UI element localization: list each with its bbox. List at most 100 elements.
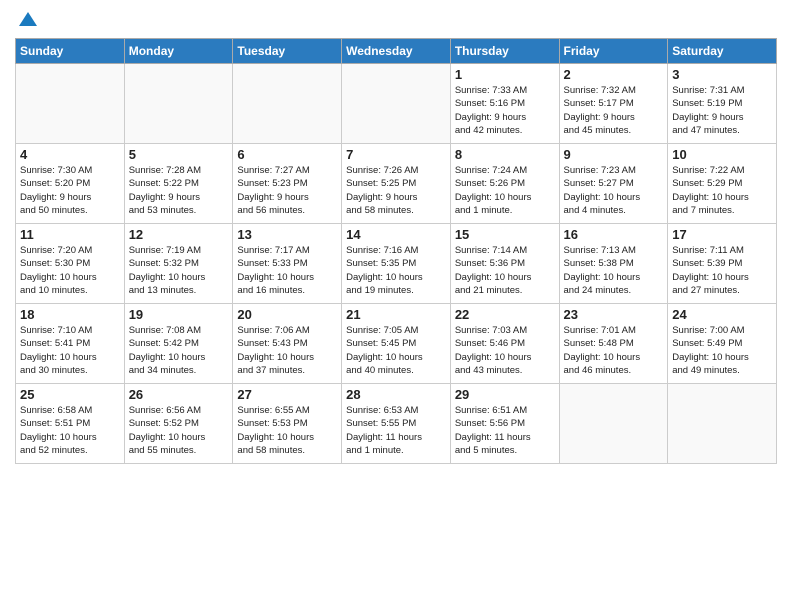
calendar-cell [16, 64, 125, 144]
day-info: Sunrise: 7:10 AMSunset: 5:41 PMDaylight:… [20, 324, 120, 377]
logo [15, 10, 39, 30]
calendar-cell: 15Sunrise: 7:14 AMSunset: 5:36 PMDayligh… [450, 224, 559, 304]
column-header-saturday: Saturday [668, 39, 777, 64]
week-row-1: 1 Sunrise: 7:33 AMSunset: 5:16 PMDaylight… [16, 64, 777, 144]
calendar-cell [124, 64, 233, 144]
calendar-cell: 2 Sunrise: 7:32 AMSunset: 5:17 PMDaylight… [559, 64, 668, 144]
calendar-cell: 10 Sunrise: 7:22 AMSunset: 5:29 PMDayligh… [668, 144, 777, 224]
calendar-cell: 7 Sunrise: 7:26 AMSunset: 5:25 PMDaylight… [342, 144, 451, 224]
day-info: Sunrise: 7:22 AMSunset: 5:29 PMDaylight:… [672, 164, 772, 217]
calendar-cell: 28Sunrise: 6:53 AMSunset: 5:55 PMDayligh… [342, 384, 451, 464]
day-info: Sunrise: 7:33 AMSunset: 5:16 PMDaylight:… [455, 84, 555, 137]
day-number: 5 [129, 147, 229, 162]
week-row-5: 25 Sunrise: 6:58 AMSunset: 5:51 PMDayligh… [16, 384, 777, 464]
day-info: Sunrise: 6:53 AMSunset: 5:55 PMDaylight:… [346, 404, 446, 457]
day-info: Sunrise: 7:20 AMSunset: 5:30 PMDaylight:… [20, 244, 120, 297]
page-container: SundayMondayTuesdayWednesdayThursdayFrid… [0, 0, 792, 474]
day-info: Sunrise: 7:13 AMSunset: 5:38 PMDaylight:… [564, 244, 664, 297]
day-info: Sunrise: 7:06 AMSunset: 5:43 PMDaylight:… [237, 324, 337, 377]
day-info: Sunrise: 7:31 AMSunset: 5:19 PMDaylight:… [672, 84, 772, 137]
calendar-cell: 13 Sunrise: 7:17 AMSunset: 5:33 PMDayligh… [233, 224, 342, 304]
day-number: 20 [237, 307, 337, 322]
calendar-cell: 12 Sunrise: 7:19 AMSunset: 5:32 PMDayligh… [124, 224, 233, 304]
column-header-monday: Monday [124, 39, 233, 64]
calendar-body: 1 Sunrise: 7:33 AMSunset: 5:16 PMDaylight… [16, 64, 777, 464]
calendar-cell: 9Sunrise: 7:23 AMSunset: 5:27 PMDaylight… [559, 144, 668, 224]
day-number: 4 [20, 147, 120, 162]
day-info: Sunrise: 7:23 AMSunset: 5:27 PMDaylight:… [564, 164, 664, 217]
day-number: 27 [237, 387, 337, 402]
column-header-friday: Friday [559, 39, 668, 64]
calendar-cell: 4 Sunrise: 7:30 AMSunset: 5:20 PMDaylight… [16, 144, 125, 224]
column-header-tuesday: Tuesday [233, 39, 342, 64]
calendar-cell: 24 Sunrise: 7:00 AMSunset: 5:49 PMDayligh… [668, 304, 777, 384]
column-header-sunday: Sunday [16, 39, 125, 64]
day-info: Sunrise: 7:26 AMSunset: 5:25 PMDaylight:… [346, 164, 446, 217]
day-number: 10 [672, 147, 772, 162]
calendar-cell: 19Sunrise: 7:08 AMSunset: 5:42 PMDayligh… [124, 304, 233, 384]
day-number: 1 [455, 67, 555, 82]
day-number: 7 [346, 147, 446, 162]
calendar-cell: 21Sunrise: 7:05 AMSunset: 5:45 PMDayligh… [342, 304, 451, 384]
day-info: Sunrise: 7:30 AMSunset: 5:20 PMDaylight:… [20, 164, 120, 217]
day-info: Sunrise: 6:51 AMSunset: 5:56 PMDaylight:… [455, 404, 555, 457]
day-number: 16 [564, 227, 664, 242]
day-info: Sunrise: 6:58 AMSunset: 5:51 PMDaylight:… [20, 404, 120, 457]
day-number: 8 [455, 147, 555, 162]
calendar-cell [668, 384, 777, 464]
day-info: Sunrise: 7:17 AMSunset: 5:33 PMDaylight:… [237, 244, 337, 297]
logo-text [15, 10, 39, 30]
day-number: 13 [237, 227, 337, 242]
day-number: 29 [455, 387, 555, 402]
column-header-thursday: Thursday [450, 39, 559, 64]
day-info: Sunrise: 7:05 AMSunset: 5:45 PMDaylight:… [346, 324, 446, 377]
calendar-cell: 20 Sunrise: 7:06 AMSunset: 5:43 PMDayligh… [233, 304, 342, 384]
day-info: Sunrise: 7:28 AMSunset: 5:22 PMDaylight:… [129, 164, 229, 217]
day-info: Sunrise: 7:14 AMSunset: 5:36 PMDaylight:… [455, 244, 555, 297]
calendar-table: SundayMondayTuesdayWednesdayThursdayFrid… [15, 38, 777, 464]
day-info: Sunrise: 6:55 AMSunset: 5:53 PMDaylight:… [237, 404, 337, 457]
day-info: Sunrise: 7:01 AMSunset: 5:48 PMDaylight:… [564, 324, 664, 377]
calendar-cell: 27 Sunrise: 6:55 AMSunset: 5:53 PMDayligh… [233, 384, 342, 464]
header [15, 10, 777, 30]
week-row-2: 4 Sunrise: 7:30 AMSunset: 5:20 PMDaylight… [16, 144, 777, 224]
day-number: 17 [672, 227, 772, 242]
day-number: 19 [129, 307, 229, 322]
day-info: Sunrise: 7:32 AMSunset: 5:17 PMDaylight:… [564, 84, 664, 137]
calendar-cell [342, 64, 451, 144]
calendar-cell: 1 Sunrise: 7:33 AMSunset: 5:16 PMDaylight… [450, 64, 559, 144]
calendar-cell: 11 Sunrise: 7:20 AMSunset: 5:30 PMDayligh… [16, 224, 125, 304]
day-number: 12 [129, 227, 229, 242]
day-info: Sunrise: 7:16 AMSunset: 5:35 PMDaylight:… [346, 244, 446, 297]
calendar-cell: 25 Sunrise: 6:58 AMSunset: 5:51 PMDayligh… [16, 384, 125, 464]
calendar-header-row: SundayMondayTuesdayWednesdayThursdayFrid… [16, 39, 777, 64]
day-info: Sunrise: 7:03 AMSunset: 5:46 PMDaylight:… [455, 324, 555, 377]
calendar-cell: 22Sunrise: 7:03 AMSunset: 5:46 PMDayligh… [450, 304, 559, 384]
day-info: Sunrise: 7:24 AMSunset: 5:26 PMDaylight:… [455, 164, 555, 217]
calendar-cell: 5 Sunrise: 7:28 AMSunset: 5:22 PMDaylight… [124, 144, 233, 224]
calendar-cell [233, 64, 342, 144]
day-info: Sunrise: 7:11 AMSunset: 5:39 PMDaylight:… [672, 244, 772, 297]
day-number: 23 [564, 307, 664, 322]
calendar-cell: 3Sunrise: 7:31 AMSunset: 5:19 PMDaylight… [668, 64, 777, 144]
column-header-wednesday: Wednesday [342, 39, 451, 64]
day-info: Sunrise: 6:56 AMSunset: 5:52 PMDaylight:… [129, 404, 229, 457]
day-number: 11 [20, 227, 120, 242]
calendar-cell: 16 Sunrise: 7:13 AMSunset: 5:38 PMDayligh… [559, 224, 668, 304]
day-number: 6 [237, 147, 337, 162]
day-number: 25 [20, 387, 120, 402]
calendar-cell: 17 Sunrise: 7:11 AMSunset: 5:39 PMDayligh… [668, 224, 777, 304]
day-number: 2 [564, 67, 664, 82]
day-info: Sunrise: 7:19 AMSunset: 5:32 PMDaylight:… [129, 244, 229, 297]
calendar-cell: 23 Sunrise: 7:01 AMSunset: 5:48 PMDayligh… [559, 304, 668, 384]
calendar-cell: 14 Sunrise: 7:16 AMSunset: 5:35 PMDayligh… [342, 224, 451, 304]
day-number: 24 [672, 307, 772, 322]
day-info: Sunrise: 7:00 AMSunset: 5:49 PMDaylight:… [672, 324, 772, 377]
day-number: 14 [346, 227, 446, 242]
calendar-cell: 18Sunrise: 7:10 AMSunset: 5:41 PMDayligh… [16, 304, 125, 384]
week-row-4: 18Sunrise: 7:10 AMSunset: 5:41 PMDayligh… [16, 304, 777, 384]
calendar-cell: 8 Sunrise: 7:24 AMSunset: 5:26 PMDaylight… [450, 144, 559, 224]
calendar-cell: 6Sunrise: 7:27 AMSunset: 5:23 PMDaylight… [233, 144, 342, 224]
logo-icon [17, 8, 39, 30]
calendar-cell: 26Sunrise: 6:56 AMSunset: 5:52 PMDayligh… [124, 384, 233, 464]
